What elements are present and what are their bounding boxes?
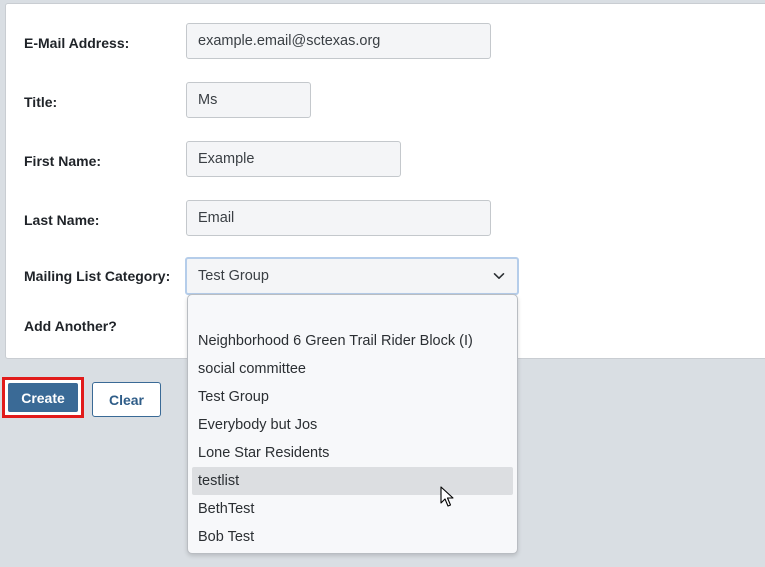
clear-button[interactable]: Clear — [92, 382, 161, 417]
add-another-label: Add Another? — [24, 318, 117, 334]
dropdown-option[interactable]: Neighborhood 6 Green Trail Rider Block (… — [192, 327, 513, 355]
mailing-list-dropdown[interactable]: Neighborhood 6 Green Trail Rider Block (… — [187, 294, 518, 554]
last-name-label: Last Name: — [24, 212, 100, 228]
dropdown-option[interactable]: Everybody but Jos — [192, 411, 513, 439]
dropdown-option-highlighted[interactable]: testlist — [192, 467, 513, 495]
dropdown-option[interactable]: BethTest — [192, 495, 513, 523]
title-label: Title: — [24, 94, 58, 110]
mailing-list-select[interactable]: Test Group — [185, 257, 519, 295]
email-field[interactable]: example.email@sctexas.org — [186, 23, 491, 59]
dropdown-option[interactable]: Lone Star Residents — [192, 439, 513, 467]
dropdown-option[interactable]: social committee — [192, 355, 513, 383]
mailing-list-selected-value: Test Group — [198, 268, 269, 284]
dropdown-option[interactable]: Test Group — [192, 383, 513, 411]
mouse-cursor-icon — [440, 486, 454, 507]
email-label: E-Mail Address: — [24, 35, 130, 51]
mailing-list-label: Mailing List Category: — [24, 268, 171, 284]
dropdown-option-empty[interactable] — [192, 299, 513, 327]
last-name-field[interactable]: Email — [186, 200, 491, 236]
title-field[interactable]: Ms — [186, 82, 311, 118]
first-name-field[interactable]: Example — [186, 141, 401, 177]
create-button[interactable]: Create — [8, 383, 78, 412]
first-name-label: First Name: — [24, 153, 102, 169]
chevron-down-icon — [493, 273, 505, 279]
create-button-highlight: Create — [2, 377, 84, 418]
dropdown-option[interactable]: Bob Test — [192, 523, 513, 551]
